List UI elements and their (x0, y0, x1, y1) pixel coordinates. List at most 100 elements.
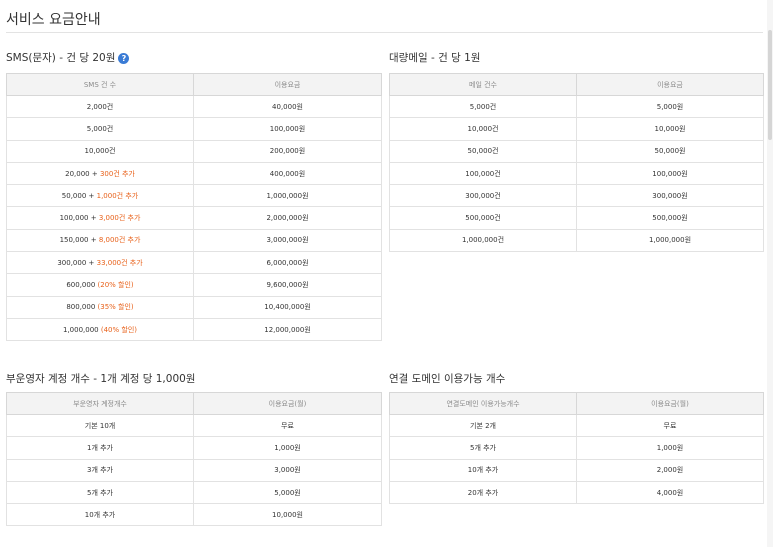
table-row: 기본 2개 무료 (389, 413, 764, 438)
page-scrollbar[interactable] (767, 0, 773, 547)
count-text: 100,000 + (59, 214, 99, 223)
table-row: 1,000,000건 1,000,000원 (389, 228, 764, 253)
price-cell: 5,000원 (193, 480, 382, 505)
sms-pricing-table: SMS 건 수 이용요금 2,000건 40,000원 5,000건 100,000원… (6, 73, 382, 342)
price-cell: 4,000원 (576, 480, 764, 505)
column-header: 이용요금 (193, 73, 382, 96)
count-cell: 5,000건 (389, 94, 577, 119)
table-row: 5,000건 100,000원 (6, 117, 382, 141)
price-cell: 100,000원 (193, 117, 382, 141)
extra-note: (35% 할인) (97, 303, 134, 312)
price-cell: 12,000,000원 (193, 317, 382, 342)
count-text: 800,000 (66, 303, 98, 312)
table-row: 10개 추가 10,000원 (6, 503, 382, 527)
column-header: 부운영자 계정개수 (6, 392, 194, 415)
domain-section-heading: 연결 도메인 이용가능 개수 (389, 373, 506, 385)
table-row: 5개 추가 5,000원 (6, 480, 382, 505)
count-cell: 10개 추가 (389, 458, 577, 482)
count-text: 20개 추가 (467, 488, 499, 497)
count-cell: 5개 추가 (6, 480, 194, 505)
count-text: 10개 추가 (84, 510, 116, 519)
table-row: 10개 추가 2,000원 (389, 458, 764, 482)
count-cell: 10,000건 (6, 139, 194, 163)
mail-pricing-table: 메일 건수 이용요금 5,000건 5,000원 10,000건 10,000원 50,… (389, 73, 764, 253)
count-cell: 기본 2개 (389, 413, 577, 438)
table-row: 100,000건 100,000원 (389, 161, 764, 186)
domain-pricing-table: 연결도메인 이용가능개수 이용요금(월) 기본 2개 무료 5개 추가 1,000원 1… (389, 392, 764, 505)
price-cell: 100,000원 (576, 161, 764, 186)
price-cell: 3,000,000원 (193, 228, 382, 253)
table-row: 20,000 + 300건 추가 400,000원 (6, 161, 382, 186)
table-row: 20개 추가 4,000원 (389, 480, 764, 505)
count-cell: 800,000 (35% 할인) (6, 295, 194, 319)
count-text: 600,000 (66, 281, 98, 290)
price-cell: 1,000,000원 (193, 184, 382, 208)
count-cell: 5개 추가 (389, 436, 577, 460)
sms-heading-text: SMS(문자) - 건 당 20원 (6, 52, 116, 64)
column-header: 이용요금 (576, 73, 764, 96)
count-cell: 2,000건 (6, 94, 194, 119)
price-cell: 200,000원 (193, 139, 382, 163)
operator-pricing-table: 부운영자 계정개수 이용요금(월) 기본 10개 무료 1개 추가 1,000원 3개 … (6, 392, 382, 527)
table-row: 500,000건 500,000원 (389, 206, 764, 230)
extra-note: 33,000건 추가 (96, 258, 143, 267)
title-divider (6, 32, 763, 33)
column-header: 연결도메인 이용가능개수 (389, 392, 577, 415)
count-cell: 20개 추가 (389, 480, 577, 505)
table-row: 3개 추가 3,000원 (6, 458, 382, 482)
extra-note: 8,000건 추가 (98, 236, 141, 245)
price-cell: 3,000원 (193, 458, 382, 482)
price-cell: 9,600,000원 (193, 273, 382, 297)
sms-section-heading: SMS(문자) - 건 당 20원? (6, 50, 130, 65)
count-text: 2,000건 (86, 102, 114, 111)
extra-note: 3,000건 추가 (98, 214, 141, 223)
count-text: 150,000 + (59, 236, 99, 245)
table-header-row: 연결도메인 이용가능개수 이용요금(월) (389, 392, 764, 415)
count-text: 50,000건 (467, 147, 499, 156)
column-header: 이용요금(월) (576, 392, 764, 415)
count-cell: 150,000 + 8,000건 추가 (6, 228, 194, 253)
price-cell: 500,000원 (576, 206, 764, 230)
count-cell: 100,000건 (389, 161, 577, 186)
count-cell: 100,000 + 3,000건 추가 (6, 206, 194, 230)
table-header-row: 메일 건수 이용요금 (389, 73, 764, 96)
table-row: 1개 추가 1,000원 (6, 436, 382, 460)
question-circle-icon[interactable]: ? (118, 52, 130, 64)
price-cell: 2,000원 (576, 458, 764, 482)
count-text: 100,000건 (465, 169, 501, 178)
extra-note: 300건 추가 (99, 169, 135, 178)
price-cell: 400,000원 (193, 161, 382, 186)
table-row: 50,000 + 1,000건 추가 1,000,000원 (6, 184, 382, 208)
table-row: 600,000 (20% 할인) 9,600,000원 (6, 273, 382, 297)
scrollbar-thumb[interactable] (768, 30, 772, 140)
count-text: 5,000건 (469, 102, 497, 111)
table-row: 5개 추가 1,000원 (389, 436, 764, 460)
count-cell: 10개 추가 (6, 503, 194, 527)
count-text: 500,000건 (465, 214, 501, 223)
table-row: 2,000건 40,000원 (6, 94, 382, 119)
extra-note: (40% 할인) (100, 325, 137, 334)
count-text: 5,000건 (86, 124, 114, 133)
count-cell: 1,000,000건 (389, 228, 577, 253)
mail-section-heading: 대량메일 - 건 당 1원 (389, 52, 481, 64)
price-cell: 50,000원 (576, 139, 764, 163)
price-cell: 10,400,000원 (193, 295, 382, 319)
count-text: 10,000건 (84, 147, 116, 156)
table-row: 기본 10개 무료 (6, 413, 382, 438)
price-cell: 무료 (193, 413, 382, 438)
table-row: 10,000건 10,000원 (389, 117, 764, 141)
count-text: 5개 추가 (470, 443, 496, 452)
price-cell: 1,000,000원 (576, 228, 764, 253)
extra-note: 1,000건 추가 (96, 191, 139, 200)
count-text: 50,000 + (61, 191, 97, 200)
count-cell: 3개 추가 (6, 458, 194, 482)
count-text: 1,000,000 (63, 325, 101, 334)
count-text: 기본 2개 (470, 421, 496, 430)
table-header-row: 부운영자 계정개수 이용요금(월) (6, 392, 382, 415)
price-cell: 300,000원 (576, 184, 764, 208)
price-cell: 40,000원 (193, 94, 382, 119)
count-cell: 500,000건 (389, 206, 577, 230)
price-cell: 5,000원 (576, 94, 764, 119)
count-text: 3개 추가 (87, 466, 113, 475)
count-text: 10개 추가 (467, 466, 499, 475)
